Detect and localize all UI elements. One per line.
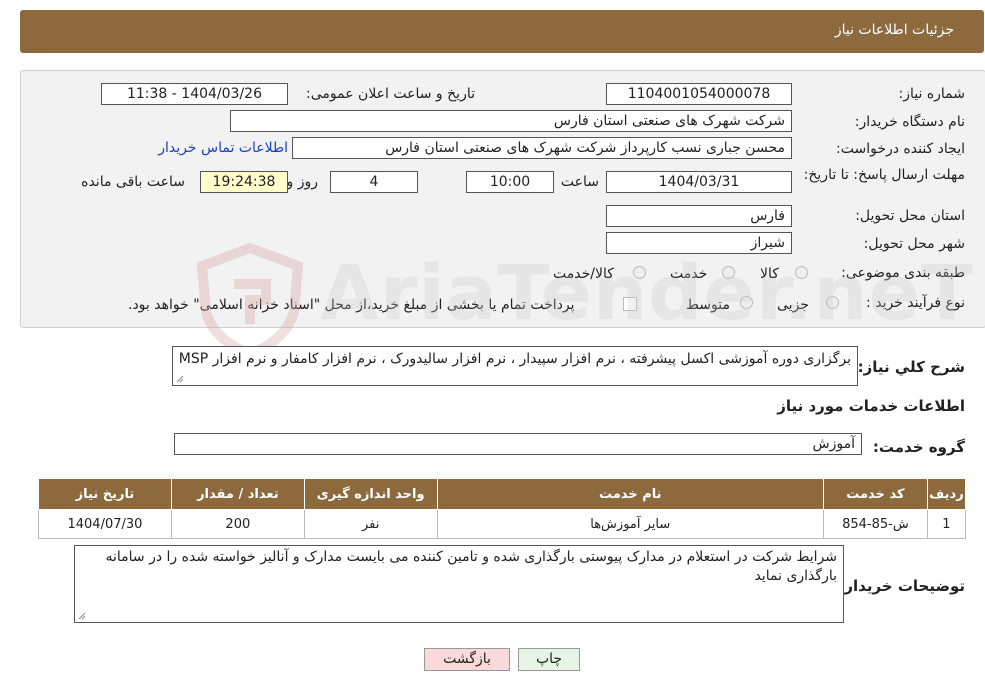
announce-date-label: تاریخ و ساعت اعلان عمومی: [306, 86, 475, 102]
summary-textarea[interactable]: برگزاری دوره آموزشی اکسل پیشرفته ، نرم ا… [172, 346, 858, 386]
creator-field: محسن جباری نسب کارپرداز شرکت شهرک های صن… [292, 137, 792, 159]
purchase-medium-label: متوسط [686, 297, 730, 313]
province-label: استان محل تحویل: [855, 208, 965, 224]
cell-row: 1 [926, 509, 967, 539]
purchase-note: پرداخت تمام یا بخشی از مبلغ خرید،از محل … [128, 297, 575, 313]
col-need-date: تاریخ نیاز [38, 478, 172, 510]
category-service-radio[interactable] [722, 266, 735, 279]
purchase-type-label: نوع فرآیند خرید : [866, 295, 965, 311]
need-number-label: شماره نیاز: [898, 86, 966, 102]
print-button[interactable]: چاپ [518, 648, 580, 671]
services-section-title: اطلاعات خدمات مورد نياز [777, 397, 965, 415]
resize-grip-icon[interactable] [176, 375, 184, 383]
col-quantity: تعداد / مقدار [170, 478, 305, 510]
cell-service-code: ش-85-854 [822, 509, 928, 539]
cell-need-date: 1404/07/30 [38, 509, 172, 539]
col-row: ردیف [926, 478, 967, 510]
province-field: فارس [606, 205, 792, 227]
announce-date-field: 1404/03/26 - 11:38 [101, 83, 288, 105]
city-field: شیراز [606, 232, 792, 254]
deadline-time-label: ساعت [560, 174, 599, 190]
remaining-time-field: 19:24:38 [200, 171, 288, 193]
category-service-label: خدمت [670, 266, 708, 282]
purchase-partial-label: جزیی [777, 297, 809, 313]
buyer-notes-textarea[interactable]: شرایط شرکت در استعلام در مدارک پیوستی با… [74, 545, 844, 623]
service-group-label: گروه خدمت: [872, 438, 965, 456]
purchase-partial-radio[interactable] [826, 296, 839, 309]
deadline-label: مهلت ارسال پاسخ: تا تاریخ: [803, 167, 965, 183]
days-label: روز و [286, 174, 319, 190]
treasury-checkbox[interactable] [623, 297, 637, 311]
category-both-radio[interactable] [633, 266, 646, 279]
col-service-code: کد خدمت [822, 478, 928, 510]
cell-service-name: سایر آموزش‌ها [436, 509, 824, 539]
page-title: جزئیات اطلاعات نیاز [834, 22, 954, 38]
services-table: ردیف کد خدمت نام خدمت واحد اندازه گیری ت… [38, 478, 967, 539]
resize-grip-icon[interactable] [78, 612, 86, 620]
category-goods-radio[interactable] [795, 266, 808, 279]
col-unit: واحد اندازه گیری [303, 478, 438, 510]
page-header: جزئیات اطلاعات نیاز [20, 10, 984, 53]
deadline-date-field: 1404/03/31 [606, 171, 792, 193]
buyer-contact-link[interactable]: اطلاعات تماس خریدار [158, 140, 288, 156]
category-label: طبقه بندی موضوعی: [841, 265, 965, 281]
category-goods-label: کالا [760, 266, 779, 282]
need-details-panel [20, 70, 985, 328]
summary-label: شرح کلي نياز: [857, 358, 965, 376]
buyer-notes-text: شرایط شرکت در استعلام در مدارک پیوستی با… [105, 549, 837, 584]
summary-text: برگزاری دوره آموزشی اکسل پیشرفته ، نرم ا… [178, 351, 851, 367]
purchase-medium-radio[interactable] [740, 296, 753, 309]
need-number-field: 1104001054000078 [606, 83, 792, 105]
col-service-name: نام خدمت [436, 478, 824, 510]
cell-unit: نفر [303, 509, 438, 539]
city-label: شهر محل تحویل: [863, 236, 965, 252]
service-group-field: آموزش [174, 433, 862, 455]
days-field: 4 [330, 171, 418, 193]
category-both-label: کالا/خدمت [553, 266, 614, 282]
remaining-time-label: ساعت باقی مانده [81, 174, 185, 190]
back-button[interactable]: بازگشت [424, 648, 510, 671]
buyer-notes-label: توضیحات خریدار: [838, 577, 965, 595]
cell-quantity: 200 [170, 509, 305, 539]
buyer-org-label: نام دستگاه خریدار: [854, 114, 965, 130]
buyer-org-field: شرکت شهرک های صنعتی استان فارس [230, 110, 792, 132]
creator-label: ایجاد کننده درخواست: [836, 141, 965, 157]
deadline-time-field: 10:00 [466, 171, 554, 193]
table-row: 1 ش-85-854 سایر آموزش‌ها نفر 200 1404/07… [38, 509, 967, 539]
